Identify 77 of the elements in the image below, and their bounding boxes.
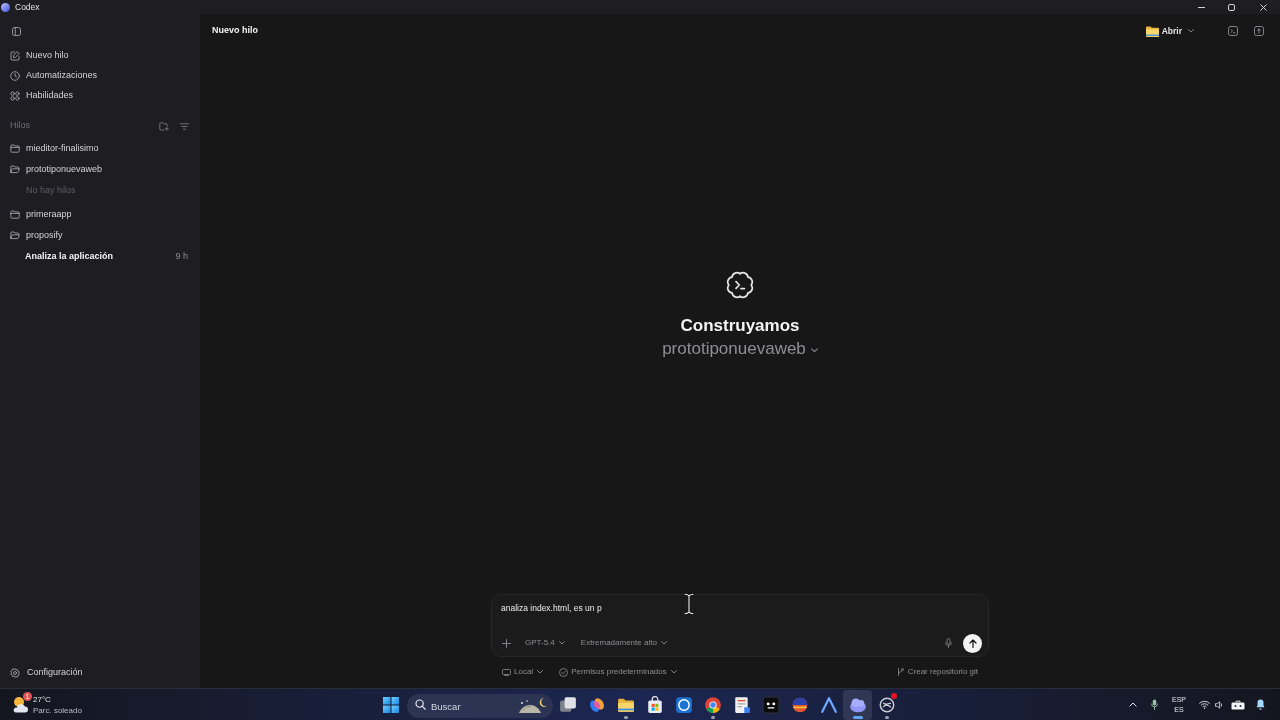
thread-item[interactable]: Analiza la aplicación 9 h [25,246,188,267]
nav-item[interactable]: Habilidades [10,86,74,106]
open-button[interactable]: Abrir [1142,22,1197,40]
project-item[interactable]: prototiponuevaweb [10,159,103,180]
new-folder-button[interactable] [158,120,170,132]
shopping-bag-icon [645,695,664,714]
panel-button[interactable] [1251,23,1267,39]
swirl-icon [587,695,606,714]
search-icon [415,699,426,710]
message-input[interactable]: analiza index.html, es un p [501,601,801,615]
chevron-up-icon [1129,702,1137,707]
monitor-icon [502,668,511,676]
microphone-icon [944,638,952,648]
section-title: Hilos [10,119,30,133]
hero-title: Construyamos [680,316,800,336]
chevron-down-icon [670,670,677,674]
bell-icon [1255,699,1265,710]
environment-picker[interactable]: Local [502,666,544,678]
striped-circle-icon [790,695,809,714]
project-item[interactable]: proposify [10,225,63,246]
grid-icon [10,91,20,101]
sun-cloud-icon [12,696,29,713]
peak-icon [819,695,838,714]
project-picker[interactable]: prototiponuevaweb [662,339,818,359]
taskbar-app-button[interactable] [843,689,872,720]
chevron-down-icon [1188,29,1194,33]
chevron-down-icon [660,641,667,645]
chevron-down-icon [537,670,544,674]
folder-plus-icon [159,121,169,131]
terminal-button[interactable] [1225,23,1241,39]
face-tile-icon [761,695,780,714]
reasoning-picker[interactable]: Extremadamente alto [580,637,667,649]
arrow-up-icon [968,638,977,648]
sidebar-toggle-icon [11,26,21,36]
nav-item[interactable]: Nuevo hilo [10,46,69,66]
filter-icon [179,122,189,130]
project-item[interactable]: primeraapp [10,204,72,225]
folder-icon [1145,25,1159,37]
pencil-square-icon [10,51,20,61]
square-arrow-icon [1254,26,1264,36]
search-field[interactable]: Buscar [407,694,553,718]
thread-time: 9 h [175,249,188,263]
permissions-picker[interactable]: Permisos predeterminados [559,666,677,678]
page-title: Nuevo hilo [212,24,258,38]
ring-tile-icon [674,695,693,714]
send-button[interactable] [963,633,982,653]
plus-icon [501,638,511,648]
filter-button[interactable] [178,120,190,132]
speaker-icon [1214,700,1224,709]
prompt-badge-icon [726,271,754,299]
create-repository-button[interactable]: Crear repositorio git [896,666,978,678]
settings-item[interactable]: Configuración [10,662,83,684]
close-icon [1259,3,1267,11]
nav-item[interactable]: Automatizaciones [10,66,98,86]
gear-icon [10,668,20,678]
overlapping-squares-icon [558,695,577,714]
briefcase-icon [1231,699,1245,710]
document-icon [732,695,751,714]
add-button[interactable] [501,638,511,648]
knot-icon [877,695,896,714]
four-squares-icon [383,696,399,713]
minimize-icon [1197,6,1205,8]
microphone-icon [1150,699,1158,710]
wifi-icon [1198,700,1210,709]
landscape-illustration [518,695,548,714]
terminal-icon [1228,26,1238,36]
clock-icon [10,71,20,81]
chevron-down-icon [558,641,565,645]
maximize-icon [1227,3,1235,11]
chevron-down-icon [810,347,818,353]
window-title: Codex [15,1,40,14]
branch-icon [896,668,904,676]
model-picker[interactable]: GPT-5.4 [525,637,565,649]
project-item[interactable]: mieditor-finalisimo [10,138,99,159]
tricolor-circle-icon [703,695,722,714]
circle-check-icon [559,667,569,677]
orb-icon [1,2,10,12]
